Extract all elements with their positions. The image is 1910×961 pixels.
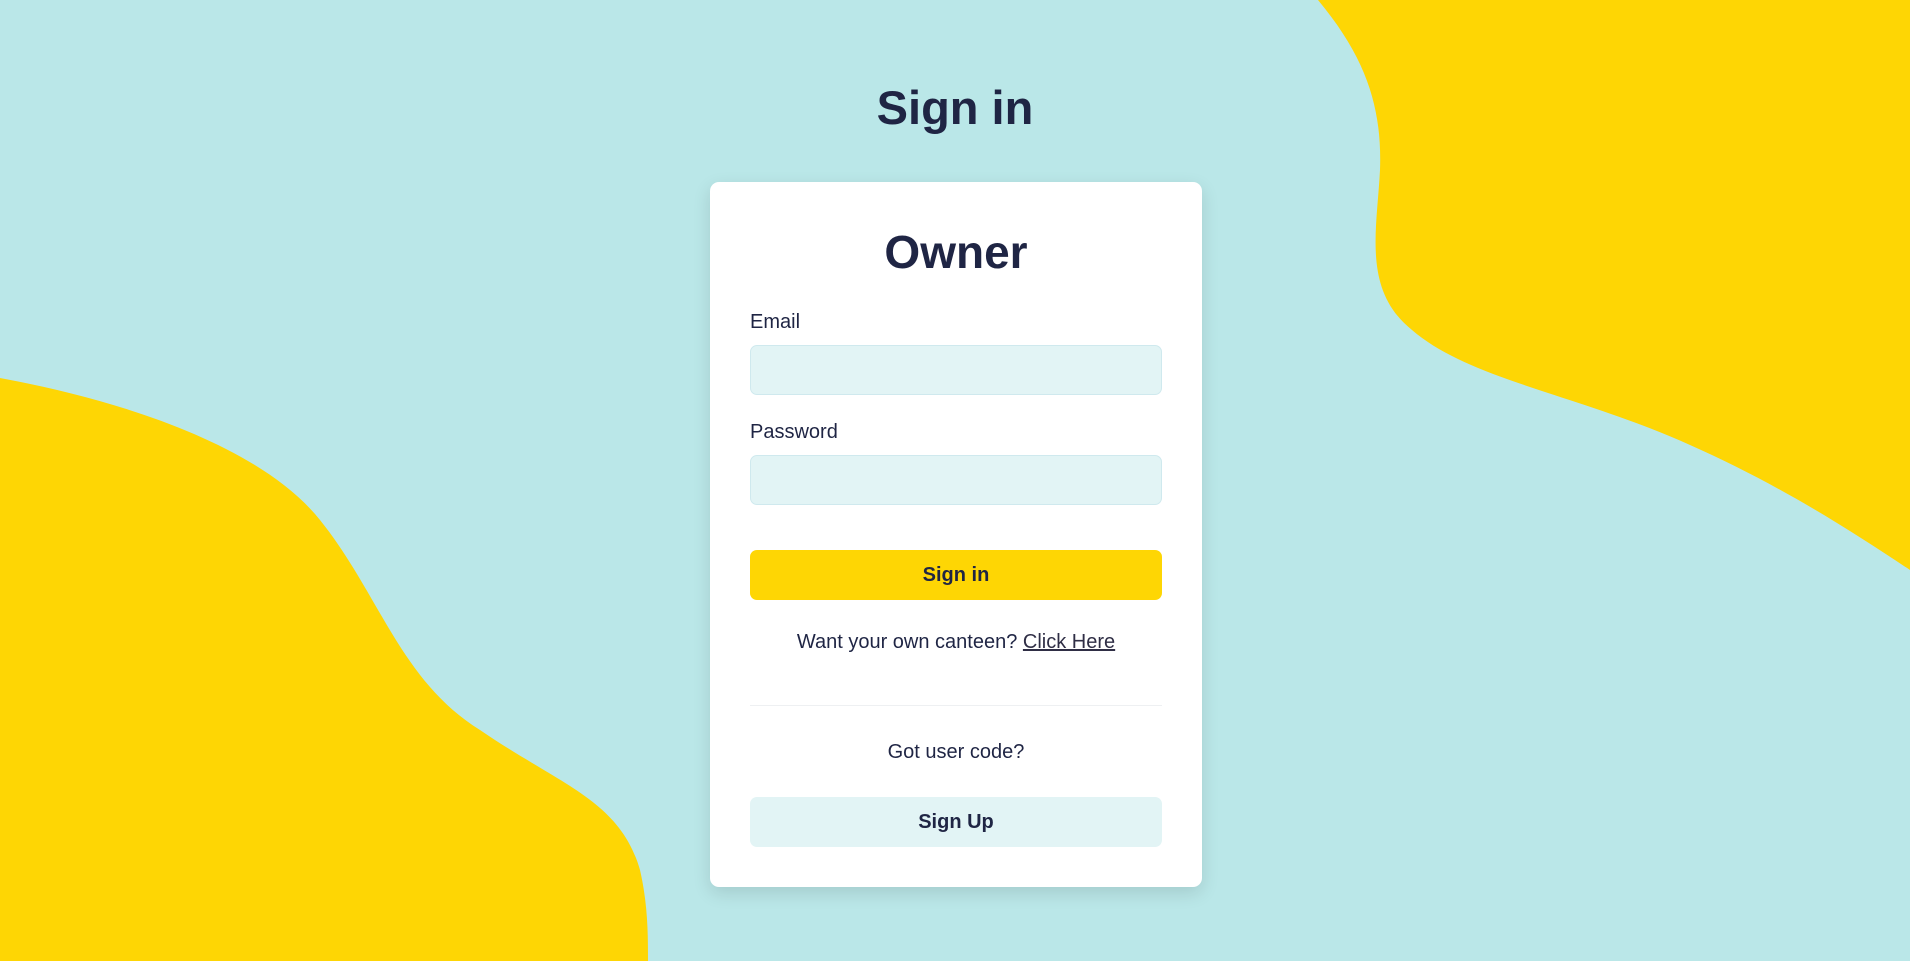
email-field[interactable]	[750, 345, 1162, 395]
promo-text: Want your own canteen?	[796, 631, 1023, 653]
user-code-question: Got user code?	[887, 741, 1025, 763]
sign-in-card: Owner Email Password Sign in Want your o…	[710, 182, 1202, 887]
canteen-promo: Want your own canteen? Click Here	[710, 630, 1202, 654]
sign-up-button[interactable]: Sign Up	[750, 797, 1162, 847]
email-label: Email	[750, 311, 801, 333]
sign-in-button[interactable]: Sign in	[750, 550, 1162, 600]
click-here-link[interactable]: Click Here	[1023, 631, 1115, 653]
page-title: Sign in	[876, 81, 1034, 134]
card-heading: Owner	[884, 226, 1028, 278]
password-label: Password	[750, 421, 838, 443]
divider	[750, 705, 1162, 706]
bottom-left-blob	[0, 378, 648, 961]
password-field[interactable]	[750, 455, 1162, 505]
